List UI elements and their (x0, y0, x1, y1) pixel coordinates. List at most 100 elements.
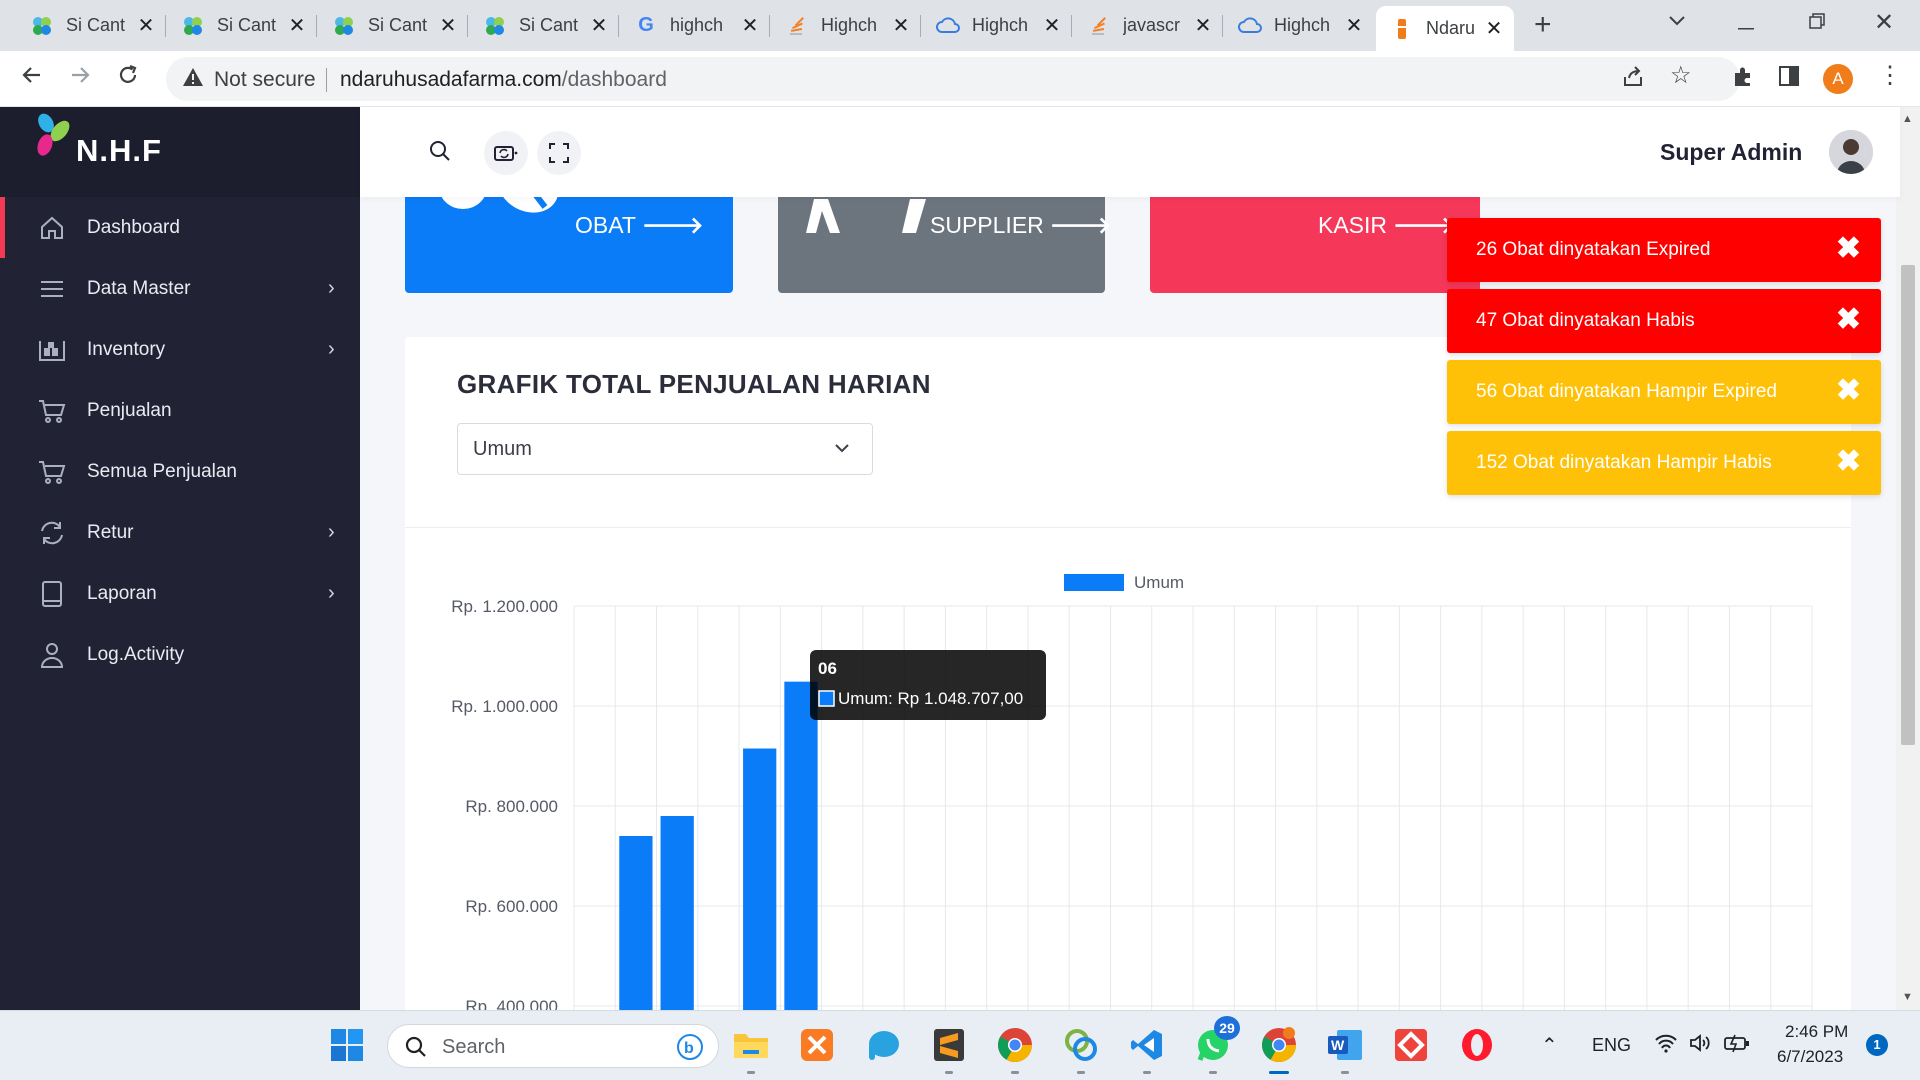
sidebar-item-inventory[interactable]: Inventory › (0, 319, 360, 380)
close-icon[interactable]: ✕ (136, 16, 156, 36)
avatar[interactable] (1829, 130, 1873, 174)
sidebar-item-semua-penjualan[interactable]: Semua Penjualan (0, 441, 360, 502)
more-menu-icon[interactable]: ⋮ (1878, 61, 1902, 90)
battery-icon[interactable] (1723, 1033, 1751, 1058)
share-icon[interactable] (1621, 65, 1645, 95)
sidebar-item-dashboard[interactable]: Dashboard (0, 197, 360, 258)
close-icon[interactable]: ✕ (740, 16, 760, 36)
close-icon[interactable]: ✕ (891, 16, 911, 36)
user-icon (38, 641, 66, 669)
browser-tab-active[interactable]: Ndaru ✕ (1376, 6, 1514, 51)
tooltip-title: 06 (818, 659, 837, 678)
kasir-card[interactable]: KASIR 🡒 (1150, 197, 1480, 293)
security-label[interactable]: Not secure (214, 68, 316, 92)
browser-tab[interactable]: Highch ✕ (1224, 8, 1374, 43)
opera-icon[interactable] (1456, 1024, 1498, 1066)
sidebar-item-log-activity[interactable]: Log.Activity (0, 624, 360, 685)
close-icon[interactable]: ✕ (287, 16, 307, 36)
user-name[interactable]: Super Admin (1660, 139, 1802, 166)
new-tab-button[interactable]: + (1534, 10, 1552, 40)
sidebar-item-retur[interactable]: Retur › (0, 502, 360, 563)
minimize-icon[interactable] (1738, 14, 1754, 37)
word-icon[interactable]: W (1324, 1024, 1366, 1074)
bing-icon[interactable]: b (676, 1033, 704, 1066)
browser-tab[interactable]: G highch ✕ (620, 8, 770, 43)
profile-avatar[interactable]: A (1823, 64, 1853, 94)
supplier-label: SUPPLIER (930, 211, 1044, 238)
language-indicator[interactable]: ENG (1592, 1035, 1631, 1056)
scroll-down-icon[interactable]: ▼ (1902, 991, 1913, 1003)
browser-tab[interactable]: Si Cant ✕ (167, 8, 317, 43)
close-icon[interactable]: ✖ (1836, 232, 1861, 266)
browser-tab[interactable]: Si Cant ✕ (469, 8, 619, 43)
side-panel-icon[interactable] (1778, 65, 1800, 93)
sublime-text-icon[interactable] (928, 1024, 970, 1074)
back-arrow-icon[interactable] (20, 63, 44, 93)
volume-icon[interactable] (1689, 1033, 1713, 1058)
bookmark-star-icon[interactable]: ☆ (1670, 61, 1692, 90)
close-icon[interactable]: ✖ (1836, 445, 1861, 479)
close-icon[interactable]: ✕ (1042, 16, 1062, 36)
close-icon[interactable]: ✕ (1484, 19, 1504, 39)
page-scrollbar[interactable]: ▲ ▼ (1896, 107, 1920, 1010)
copilot-icon[interactable] (1060, 1024, 1102, 1074)
browser-tab[interactable]: Si Cant ✕ (318, 8, 468, 43)
anydesk-icon[interactable] (1390, 1024, 1432, 1066)
extensions-icon[interactable] (1731, 65, 1755, 95)
file-explorer-icon[interactable] (730, 1024, 772, 1074)
whatsapp-icon[interactable]: 29 (1192, 1016, 1240, 1074)
svg-text:W: W (1331, 1037, 1345, 1053)
close-icon[interactable]: ✕ (438, 16, 458, 36)
elephant-app-icon[interactable] (862, 1024, 904, 1066)
tab-search-icon[interactable] (1668, 10, 1686, 33)
sidebar-item-penjualan[interactable]: Penjualan (0, 380, 360, 441)
xampp-icon[interactable] (796, 1024, 838, 1066)
scroll-up-icon[interactable]: ▲ (1902, 113, 1913, 125)
clock-date[interactable]: 6/7/2023 (1777, 1047, 1843, 1067)
brand[interactable]: N.H.F (0, 107, 360, 197)
close-icon[interactable]: ✖ (1836, 374, 1861, 408)
close-icon[interactable]: ✕ (1344, 16, 1364, 36)
chart-bar (784, 681, 818, 1010)
fullscreen-icon[interactable] (537, 131, 581, 175)
browser-tab[interactable]: Highch ✕ (922, 8, 1072, 43)
chrome-icon[interactable] (994, 1024, 1036, 1074)
chrome-profile-icon[interactable] (1258, 1024, 1300, 1074)
supplier-card[interactable]: SUPPLIER 🡒 (778, 197, 1111, 293)
chevron-up-icon[interactable]: ⌃ (1541, 1033, 1558, 1058)
close-icon[interactable]: ✖ (1836, 303, 1861, 337)
close-icon[interactable]: ✕ (1193, 16, 1213, 36)
wifi-icon[interactable] (1654, 1033, 1678, 1058)
restore-icon[interactable] (1808, 12, 1826, 36)
chevron-right-icon: › (328, 521, 335, 543)
clock-time[interactable]: 2:46 PM (1785, 1022, 1848, 1042)
vscode-icon[interactable] (1126, 1024, 1168, 1074)
obat-card[interactable]: OBAT 🡒 (405, 197, 733, 293)
sidebar-item-label: Retur (87, 521, 134, 543)
taskbar-search[interactable]: Search b (387, 1024, 719, 1068)
sidebar-item-label: Penjualan (87, 399, 172, 421)
toast-expired[interactable]: 26 Obat dinyatakan Expired ✖ (1447, 218, 1881, 282)
camera-switch-icon[interactable] (484, 131, 528, 175)
url-text[interactable]: ndaruhusadafarma.com/dashboard (340, 68, 667, 92)
sidebar-item-data-master[interactable]: Data Master › (0, 258, 360, 319)
browser-tab[interactable]: Si Cant ✕ (16, 8, 166, 43)
toast-hampir-habis[interactable]: 152 Obat dinyatakan Hampir Habis ✖ (1447, 431, 1881, 495)
forward-arrow-icon[interactable] (68, 63, 92, 93)
windows-start-icon[interactable] (326, 1024, 368, 1066)
address-bar[interactable]: Not secure ndaruhusadafarma.com/dashboar… (166, 57, 1740, 101)
browser-tab[interactable]: Highch ✕ (771, 8, 921, 43)
search-icon[interactable] (428, 139, 452, 168)
browser-tab[interactable]: javascr ✕ (1073, 8, 1223, 43)
sidebar-item-laporan[interactable]: Laporan › (0, 563, 360, 624)
toast-habis[interactable]: 47 Obat dinyatakan Habis ✖ (1447, 289, 1881, 353)
whatsapp-badge: 29 (1214, 1016, 1240, 1040)
close-window-icon[interactable]: ✕ (1874, 8, 1894, 37)
notification-badge[interactable]: 1 (1866, 1034, 1888, 1056)
toast-hampir-expired[interactable]: 56 Obat dinyatakan Hampir Expired ✖ (1447, 360, 1881, 424)
reload-icon[interactable] (116, 63, 140, 93)
url-path: /dashboard (561, 68, 667, 91)
close-icon[interactable]: ✕ (589, 16, 609, 36)
scroll-thumb[interactable] (1901, 265, 1915, 745)
legend-swatch (1064, 574, 1124, 591)
